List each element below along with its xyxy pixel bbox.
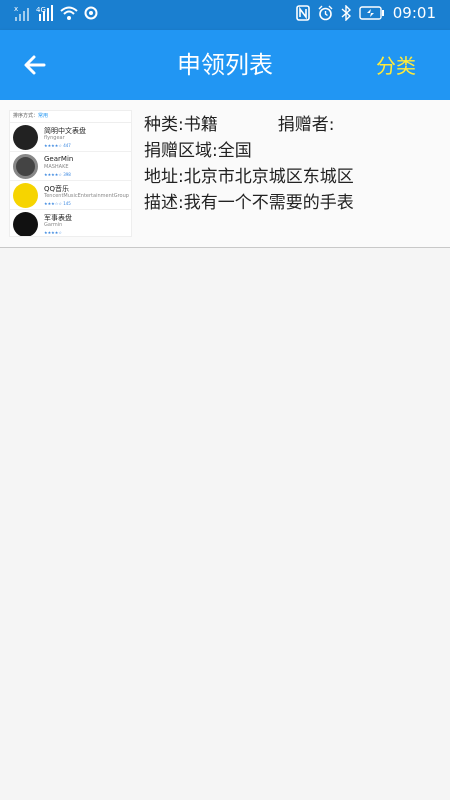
item-thumbnail: 排序方式：常用 简明中文表盘 flyngear ★★★★☆ 447 GearMi… xyxy=(9,110,132,237)
no-signal-icon: x xyxy=(14,5,29,21)
desc-value: 我有一个不需要的手表 xyxy=(183,193,354,213)
thumbnail-sort-value: 常用 xyxy=(38,113,49,119)
thumbnail-app-sub: TencentMusicEntertainmentGroup xyxy=(44,193,129,199)
type-value: 书籍 xyxy=(183,115,218,135)
data-saver-icon xyxy=(84,6,98,20)
category-button[interactable]: 分类 xyxy=(376,52,416,80)
thumbnail-sort-label: 排序方式： xyxy=(13,113,39,119)
svg-text:x: x xyxy=(14,5,18,13)
status-right-icons: 09:01 xyxy=(295,3,436,23)
region-label: 捐赠区域: xyxy=(144,141,218,161)
list-item[interactable]: 排序方式：常用 简明中文表盘 flyngear ★★★★☆ 447 GearMi… xyxy=(0,100,450,248)
thumbnail-app-sub: Garmin xyxy=(44,222,63,228)
claim-list: 排序方式：常用 简明中文表盘 flyngear ★★★★☆ 447 GearMi… xyxy=(0,100,450,248)
region-value: 全国 xyxy=(217,141,252,161)
item-info: 种类:书籍 捐赠者: 捐赠区域:全国 地址:北京市北京城区东城区 描述:我有一个不… xyxy=(144,112,354,216)
battery-icon xyxy=(359,6,384,20)
desc-label: 描述: xyxy=(144,193,184,213)
item-address-row: 地址:北京市北京城区东城区 xyxy=(144,164,354,190)
app-bar: 申领列表 分类 xyxy=(0,30,450,100)
thumbnail-app-sub: MASHAKE xyxy=(44,164,69,170)
type-label: 种类: xyxy=(144,115,184,135)
address-value: 北京市北京城区东城区 xyxy=(183,167,354,187)
item-desc-row: 描述:我有一个不需要的手表 xyxy=(144,190,354,216)
address-label: 地址: xyxy=(144,167,184,187)
thumbnail-app-stars: ★★★☆☆ 145 xyxy=(44,201,71,206)
thumbnail-sort-header: 排序方式：常用 xyxy=(10,111,131,123)
watch-face-icon xyxy=(13,212,38,236)
qq-music-icon xyxy=(13,183,38,208)
watch-face-icon xyxy=(13,125,38,150)
thumbnail-app-row: 简明中文表盘 flyngear ★★★★☆ 447 xyxy=(10,123,131,152)
item-type-row: 种类:书籍 捐赠者: xyxy=(144,112,354,138)
status-time: 09:01 xyxy=(392,4,436,22)
item-region-row: 捐赠区域:全国 xyxy=(144,138,354,164)
watch-face-icon xyxy=(13,154,38,179)
thumbnail-app-stars: ★★★★☆ xyxy=(44,230,62,235)
thumbnail-app-row: 军事表盘 Garmin ★★★★☆ xyxy=(10,210,131,236)
nfc-icon xyxy=(295,5,310,21)
thumbnail-app-sub: flyngear xyxy=(44,135,65,141)
donor-label: 捐赠者: xyxy=(277,115,335,135)
thumbnail-app-name: GearMin xyxy=(44,155,74,163)
thumbnail-app-row: QQ音乐 TencentMusicEntertainmentGroup ★★★☆… xyxy=(10,181,131,210)
thumbnail-app-stars: ★★★★☆ 398 xyxy=(44,172,71,177)
alarm-icon xyxy=(318,5,333,21)
4g-icon: 4G xyxy=(36,5,53,21)
wifi-icon xyxy=(60,6,78,20)
bluetooth-icon xyxy=(341,5,351,21)
thumbnail-app-row: GearMin MASHAKE ★★★★☆ 398 xyxy=(10,152,131,181)
status-bar: x 4G 09:01 xyxy=(0,0,450,30)
thumbnail-app-stars: ★★★★☆ 447 xyxy=(44,143,71,148)
status-left-icons: x 4G xyxy=(14,4,98,22)
